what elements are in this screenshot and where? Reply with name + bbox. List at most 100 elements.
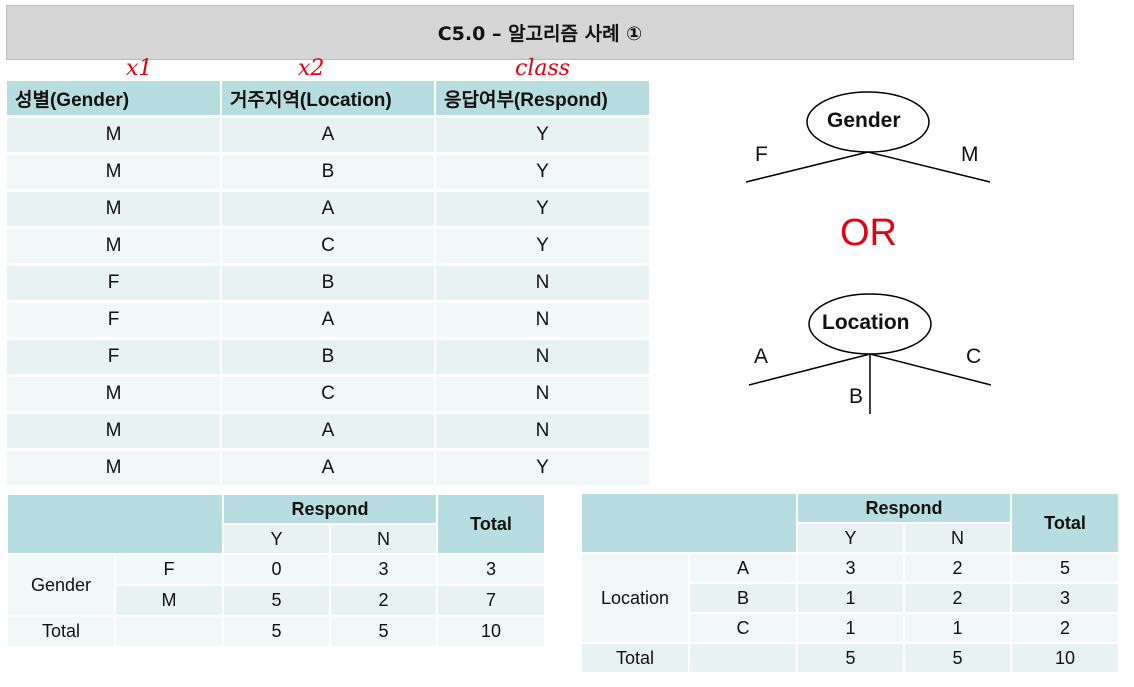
cell-location: A: [221, 449, 436, 488]
cell-gender: F: [7, 264, 222, 303]
cell-respond: N: [435, 412, 649, 451]
row-total-cell: 5: [1010, 552, 1121, 584]
table-row: Location A 3 2 5: [580, 552, 1121, 644]
table-row: MAY: [7, 449, 649, 488]
respond-y-header: Y: [796, 522, 905, 554]
row-total-cell: 3: [436, 553, 547, 586]
cell-location: C: [221, 227, 436, 266]
cell-location: B: [221, 264, 436, 303]
table-row: FBN: [7, 338, 649, 377]
gender-branch-f-label: F: [755, 143, 768, 166]
category-cell: C: [688, 612, 798, 644]
cell-location: B: [221, 153, 436, 192]
gender-node-label: Gender: [827, 109, 901, 132]
cell-respond: Y: [435, 449, 649, 488]
col-header-location: 거주지역(Location): [221, 81, 436, 118]
table-row: FAN: [7, 301, 649, 340]
location-crosstab: Respond Total Y N Location A 3 2 5 B 1 2…: [580, 492, 1121, 674]
col-header-respond: 응답여부(Respond): [435, 81, 649, 118]
table-row: MCY: [7, 227, 649, 266]
total-header: Total: [1010, 492, 1121, 554]
category-cell: M: [114, 584, 224, 617]
cell-gender: M: [7, 190, 222, 229]
row-total-cell: 7: [436, 584, 547, 617]
table-row: MAY: [7, 116, 649, 155]
cell-respond: N: [435, 301, 649, 340]
count-y-cell: 0: [222, 553, 331, 586]
cell-location: C: [221, 375, 436, 414]
or-label: OR: [840, 212, 897, 254]
cell-gender: M: [7, 116, 222, 155]
respond-n-header: N: [902, 522, 1013, 554]
total-row: Total 5 5 10: [6, 615, 547, 648]
location-node-label: Location: [822, 311, 910, 334]
category-cell: B: [688, 582, 798, 614]
location-branch-c-label: C: [966, 345, 982, 368]
count-n-cell: 2: [902, 582, 1013, 614]
cell-respond: N: [435, 338, 649, 377]
slide-title: C5.0 – 알고리즘 사례 ①: [6, 5, 1074, 60]
cell-gender: M: [7, 227, 222, 266]
gender-crosstab: Respond Total Y N Gender F 0 3 3 M 5 2 7…: [6, 493, 547, 648]
gender-row-label: Gender: [6, 553, 116, 617]
count-n-cell: 3: [328, 553, 439, 586]
annotation-x2: x2: [298, 56, 325, 81]
cell-location: A: [221, 190, 436, 229]
crosstab-corner: [6, 493, 224, 555]
cell-gender: M: [7, 153, 222, 192]
total-n-cell: 5: [328, 615, 439, 648]
row-total-cell: 3: [1010, 582, 1121, 614]
grand-total-cell: 10: [1010, 642, 1121, 674]
cell-respond: Y: [435, 116, 649, 155]
table-row: MAY: [7, 190, 649, 229]
cell-respond: N: [435, 264, 649, 303]
count-y-cell: 1: [796, 612, 905, 644]
annotation-x1: x1: [126, 56, 153, 81]
location-row-label: Location: [580, 552, 690, 644]
cell-gender: M: [7, 449, 222, 488]
cell-location: B: [221, 338, 436, 377]
respond-y-header: Y: [222, 523, 331, 555]
row-total-cell: 2: [1010, 612, 1121, 644]
table-row: MAN: [7, 412, 649, 451]
table-row: Gender F 0 3 3: [6, 553, 547, 617]
total-n-cell: 5: [902, 642, 1013, 674]
cell-respond: Y: [435, 227, 649, 266]
count-y-cell: 3: [796, 552, 905, 584]
location-branch-b-label: B: [849, 385, 864, 408]
col-header-gender: 성별(Gender): [7, 81, 222, 118]
location-branch-a-label: A: [754, 345, 769, 368]
data-table: 성별(Gender) 거주지역(Location) 응답여부(Respond) …: [7, 81, 649, 488]
table-row: MCN: [7, 375, 649, 414]
cell-gender: M: [7, 412, 222, 451]
gender-branch-m-label: M: [961, 143, 979, 166]
count-n-cell: 2: [902, 552, 1013, 584]
cell-respond: Y: [435, 190, 649, 229]
count-y-cell: 5: [222, 584, 331, 617]
crosstab-corner: [580, 492, 798, 554]
category-cell: F: [114, 553, 224, 586]
respond-header: Respond: [221, 493, 439, 525]
cell-gender: F: [7, 338, 222, 377]
count-n-cell: 1: [902, 612, 1013, 644]
total-row: Total 5 5 10: [580, 642, 1121, 674]
grand-total-cell: 10: [436, 615, 547, 648]
total-row-label: Total: [6, 615, 116, 648]
total-header: Total: [436, 493, 547, 555]
table-row: MBY: [7, 153, 649, 192]
total-y-cell: 5: [222, 615, 331, 648]
cell-location: A: [221, 116, 436, 155]
cell-location: A: [221, 301, 436, 340]
empty-cell: [688, 642, 798, 674]
respond-n-header: N: [328, 523, 439, 555]
respond-header: Respond: [795, 492, 1013, 524]
total-row-label: Total: [580, 642, 690, 674]
cell-respond: N: [435, 375, 649, 414]
count-n-cell: 2: [328, 584, 439, 617]
count-y-cell: 1: [796, 582, 905, 614]
empty-cell: [114, 615, 224, 648]
cell-gender: M: [7, 375, 222, 414]
total-y-cell: 5: [796, 642, 905, 674]
cell-location: A: [221, 412, 436, 451]
annotation-class: class: [515, 56, 571, 81]
